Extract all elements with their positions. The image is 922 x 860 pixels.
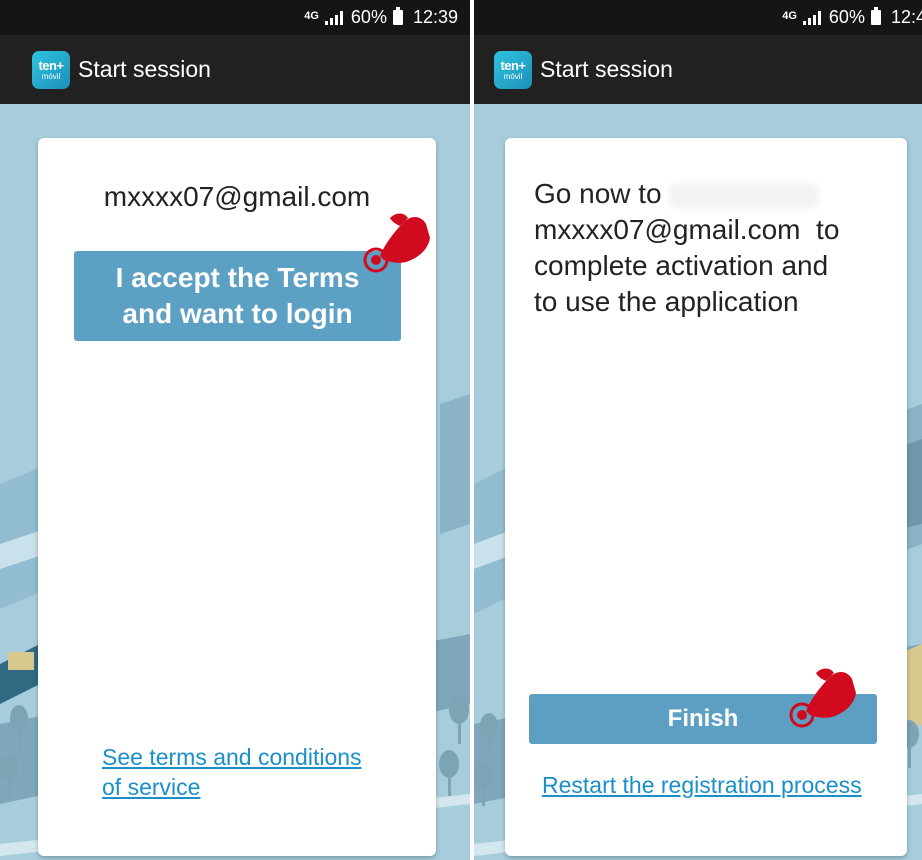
network-type: 4G (782, 9, 797, 22)
restart-registration-link[interactable]: Restart the registration process (542, 772, 862, 799)
activation-line4: to use the application (534, 286, 799, 317)
redacted-text (669, 182, 820, 209)
accept-button-line2: and want to login (122, 298, 353, 329)
activation-card: Go now to mxxxx07@gmail.com to complete … (505, 138, 907, 856)
app-logo-icon: ten+ móvil (32, 50, 70, 89)
app-logo-icon: ten+ móvil (494, 50, 532, 89)
signal-icon (802, 10, 821, 25)
activation-email: mxxxx07@gmail.com (534, 214, 801, 245)
go-now-text: Go now to (534, 178, 662, 209)
status-bar: 4G 60% 12:40 (474, 0, 922, 35)
tap-hand-icon (789, 668, 856, 728)
activation-line3: complete activation and (534, 250, 829, 281)
app-bar: ten+ móvil Start session (474, 35, 922, 104)
phone-screen-left: 4G 60% 12:39 ten+ móvil Start session mx… (0, 0, 470, 860)
status-time: 12:39 (412, 7, 458, 27)
battery-icon (392, 7, 403, 25)
app-title: Start session (78, 56, 211, 82)
accept-terms-login-button[interactable]: I accept the Terms and want to login (74, 251, 401, 341)
activation-message: Go now to mxxxx07@gmail.com to complete … (534, 176, 884, 320)
status-bar: 4G 60% 12:39 (0, 0, 470, 35)
user-email: mxxxx07@gmail.com (103, 181, 371, 212)
terms-conditions-link[interactable]: See terms and conditions of service (102, 742, 362, 802)
status-time: 12:40 (890, 7, 922, 27)
tap-hand-icon (363, 213, 430, 273)
accept-button-line1: I accept the Terms (115, 262, 360, 293)
network-type: 4G (304, 9, 319, 22)
app-title: Start session (540, 56, 673, 82)
battery-percent: 60% (350, 7, 387, 27)
phone-screen-right: 4G 60% 12:40 ten+ móvil Start session Go… (474, 0, 922, 860)
battery-icon (870, 7, 881, 25)
battery-percent: 60% (828, 7, 865, 27)
signal-icon (324, 10, 343, 25)
app-bar: ten+ móvil Start session (0, 35, 470, 104)
